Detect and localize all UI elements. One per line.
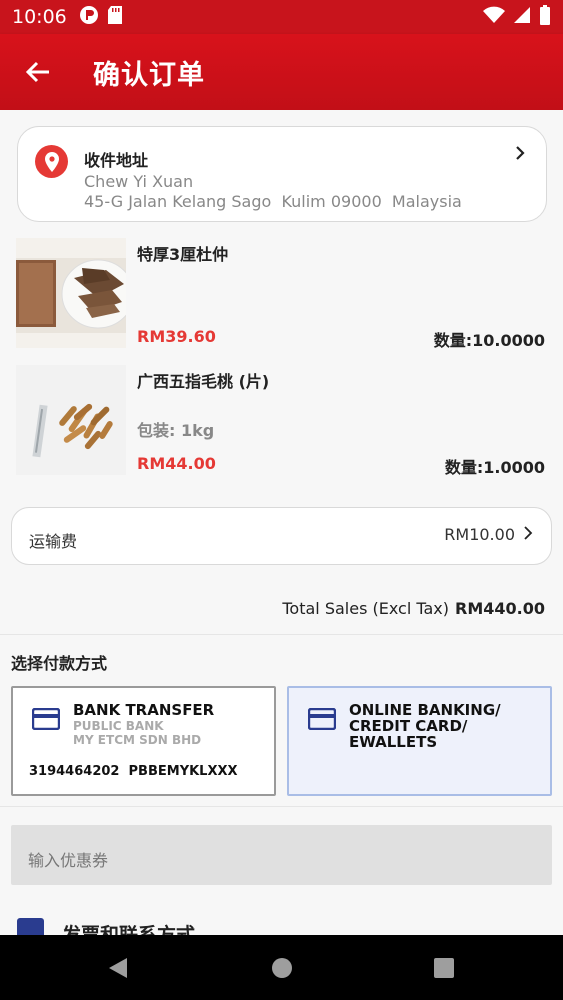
total-amount: RM440.00 xyxy=(455,599,545,618)
address-title: 收件地址 xyxy=(84,151,149,170)
online-banking-title: ONLINE BANKING/ CREDIT CARD/ EWALLETS xyxy=(349,702,501,750)
bank-transfer-option[interactable]: BANK TRANSFER PUBLIC BANK MY ETCM SDN BH… xyxy=(11,686,276,796)
bank-transfer-title: BANK TRANSFER xyxy=(73,701,215,719)
chevron-right-icon xyxy=(514,145,526,165)
back-button[interactable] xyxy=(0,34,76,110)
invoice-checkbox[interactable] xyxy=(17,918,44,935)
product-image xyxy=(16,238,126,348)
bank-account-number: 3194464202 xyxy=(29,764,120,779)
product-name: 特厚3厘杜仲 xyxy=(137,245,229,264)
coupon-placeholder: 输入优惠券 xyxy=(28,851,109,870)
address-card[interactable]: 收件地址 Chew Yi Xuan 45-G Jalan Kelang Sago… xyxy=(17,126,547,222)
address-line: 45-G Jalan Kelang Sago Kulim 09000 Malay… xyxy=(84,192,462,211)
credit-card-icon xyxy=(307,707,337,734)
total-label: Total Sales (Excl Tax) xyxy=(282,599,450,618)
product-name: 广西五指毛桃 (片) xyxy=(137,372,270,391)
sd-card-icon xyxy=(107,5,123,30)
square-recents-icon xyxy=(434,958,454,978)
product-quantity: 数量:10.0000 xyxy=(433,331,545,350)
payment-section-title: 选择付款方式 xyxy=(11,654,108,673)
product-image xyxy=(16,365,126,475)
bank-account-name: MY ETCM SDN BHD xyxy=(73,733,202,747)
app-bar: 确认订单 xyxy=(0,34,563,110)
address-name: Chew Yi Xuan xyxy=(84,172,194,191)
product-package: 包装: 1kg xyxy=(137,421,215,440)
wifi-icon xyxy=(483,6,505,29)
arrow-left-icon xyxy=(25,61,49,83)
triangle-back-icon xyxy=(109,958,127,978)
chevron-right-icon xyxy=(523,525,533,545)
nav-home-button[interactable] xyxy=(271,957,293,983)
signal-icon xyxy=(513,6,531,29)
nav-back-button[interactable] xyxy=(107,957,129,983)
bank-account-details: 3194464202 PBBEMYKLXXX xyxy=(29,764,238,779)
order-content[interactable]: 收件地址 Chew Yi Xuan 45-G Jalan Kelang Sago… xyxy=(0,110,563,935)
battery-icon xyxy=(539,4,551,30)
status-time: 10:06 xyxy=(12,6,67,28)
total-sales: Total Sales (Excl Tax) RM440.00 xyxy=(282,599,545,618)
product-quantity: 数量:1.0000 xyxy=(444,458,545,477)
bank-name: PUBLIC BANK xyxy=(73,719,164,733)
page-title: 确认订单 xyxy=(93,59,205,91)
shipping-row[interactable]: 运输费 RM10.00 xyxy=(11,507,552,565)
online-title-line3: EWALLETS xyxy=(349,733,438,751)
nav-recents-button[interactable] xyxy=(433,957,455,983)
location-pin-icon xyxy=(35,145,68,178)
order-item: 广西五指毛桃 (片) 包装: 1kg RM44.00 数量:1.0000 xyxy=(0,365,563,485)
product-price: RM44.00 xyxy=(137,454,216,473)
system-nav-bar xyxy=(0,935,563,1000)
shipping-label: 运输费 xyxy=(29,532,78,551)
bank-swift-code: PBBEMYKLXXX xyxy=(128,764,238,779)
online-banking-option[interactable]: ONLINE BANKING/ CREDIT CARD/ EWALLETS xyxy=(287,686,552,796)
coupon-input[interactable]: 输入优惠券 xyxy=(11,825,552,885)
credit-card-icon xyxy=(31,707,61,734)
product-price: RM39.60 xyxy=(137,327,216,346)
divider xyxy=(0,634,563,635)
circle-home-icon xyxy=(272,958,292,978)
app-notification-icon xyxy=(79,5,99,30)
status-bar: 10:06 xyxy=(0,0,563,34)
shipping-fee: RM10.00 xyxy=(444,525,515,544)
invoice-label: 发票和联系方式 xyxy=(62,924,196,935)
order-item: 特厚3厘杜仲 RM39.60 数量:10.0000 xyxy=(0,238,563,358)
divider xyxy=(0,806,563,807)
